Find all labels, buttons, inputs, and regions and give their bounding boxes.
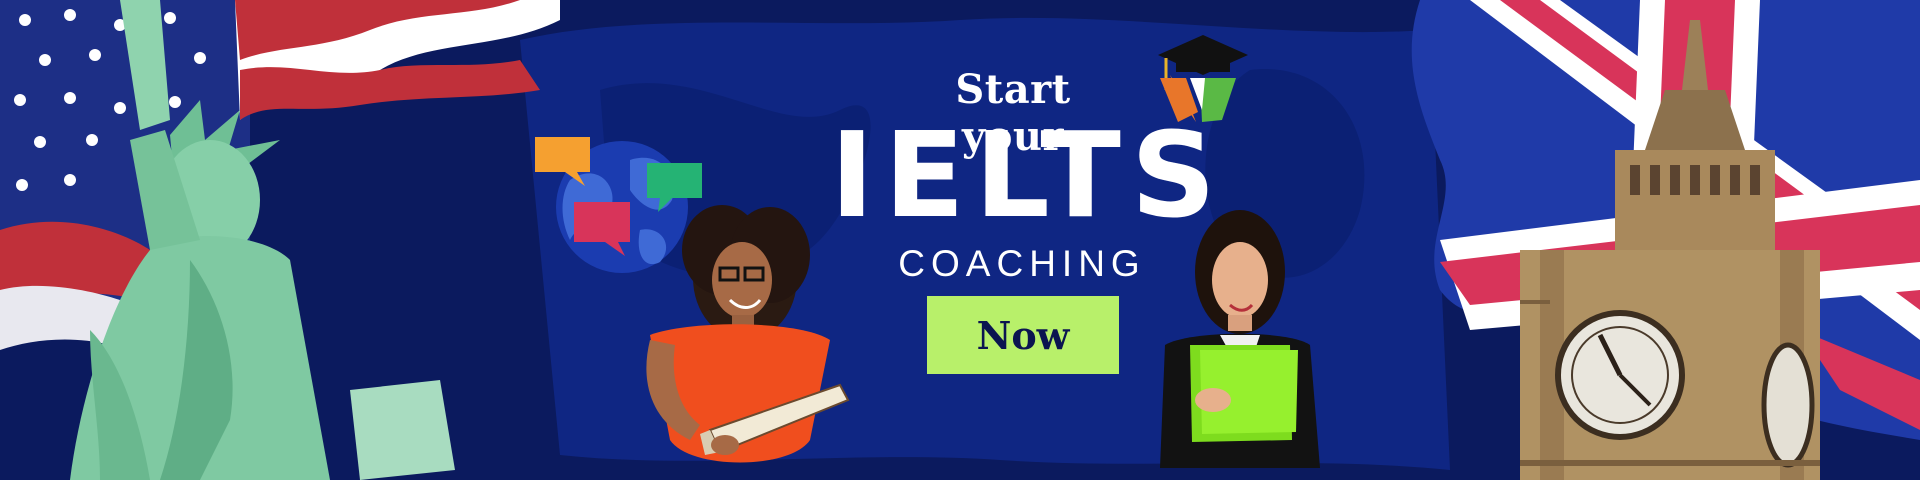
now-button[interactable]: Now bbox=[927, 296, 1119, 374]
ielts-banner: Start your IELTS COACHING Now bbox=[0, 0, 1920, 480]
headline-coaching: COACHING bbox=[898, 243, 1146, 284]
headline-ielts: IELTS bbox=[830, 106, 1226, 244]
